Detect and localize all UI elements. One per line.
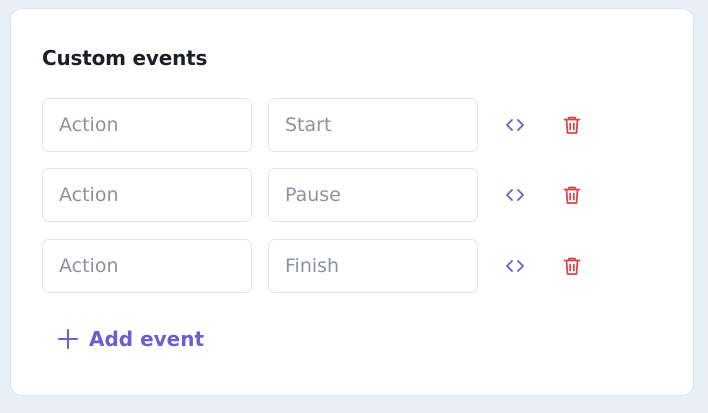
event-key-input[interactable]: [42, 168, 252, 222]
code-button[interactable]: [502, 253, 528, 279]
card-title: Custom events: [42, 46, 208, 70]
plus-icon: [58, 329, 78, 349]
event-value-input[interactable]: [268, 98, 478, 152]
delete-button[interactable]: [559, 112, 585, 138]
trash-icon: [563, 186, 581, 204]
code-button[interactable]: [502, 182, 528, 208]
event-key-input[interactable]: [42, 98, 252, 152]
trash-icon: [563, 257, 581, 275]
custom-events-card: Custom events Action Start Action Pause …: [10, 8, 694, 396]
event-row: [42, 168, 602, 222]
event-value-input[interactable]: [268, 168, 478, 222]
code-icon: [506, 189, 524, 201]
event-value-input[interactable]: [268, 239, 478, 293]
add-event-label: Add event: [89, 327, 205, 351]
event-row: [42, 98, 602, 152]
add-event-button[interactable]: Add event: [57, 327, 204, 351]
code-icon: [506, 119, 524, 131]
delete-button[interactable]: [559, 182, 585, 208]
event-key-input[interactable]: [42, 239, 252, 293]
event-row: [42, 239, 602, 293]
delete-button[interactable]: [559, 253, 585, 279]
trash-icon: [563, 116, 581, 134]
code-icon: [506, 260, 524, 272]
code-button[interactable]: [502, 112, 528, 138]
